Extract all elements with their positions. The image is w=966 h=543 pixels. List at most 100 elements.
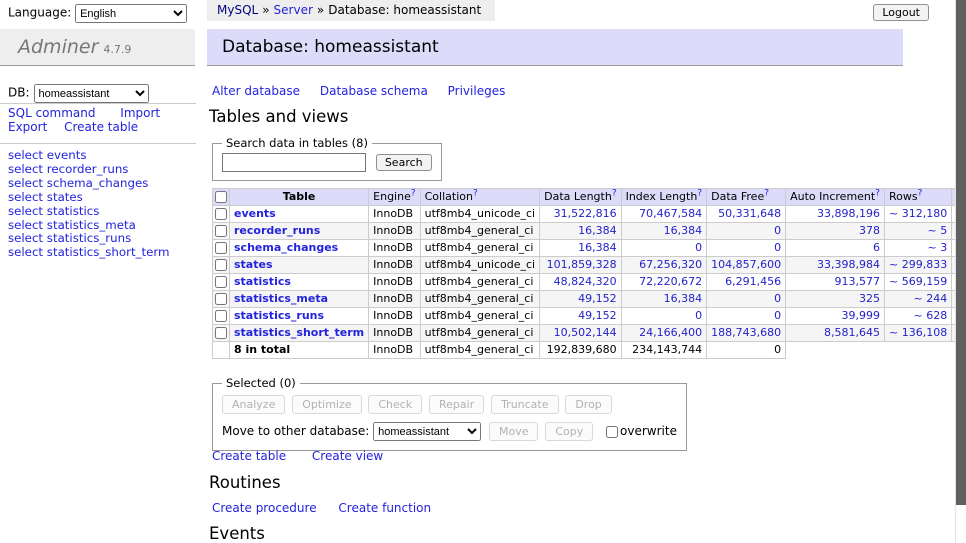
table-cell: 70,467,584 [621,206,707,223]
drop-button[interactable]: Drop [565,395,611,414]
table-link-events[interactable]: events [234,207,276,220]
create-function-link[interactable]: Create function [338,501,431,515]
sql-command-link[interactable]: SQL command [8,106,95,120]
table-link-statistics_meta[interactable]: statistics_meta [234,292,328,305]
table-link-states[interactable]: states [234,258,273,271]
table-link-recorder_runs[interactable]: recorder_runs [234,224,320,237]
row-checkbox[interactable] [215,225,227,237]
privileges-link[interactable]: Privileges [448,84,506,98]
check-button[interactable]: Check [368,395,422,414]
language-select[interactable]: English [75,4,187,23]
table-row: recorder_runsInnoDButf8mb4_general_ci16,… [213,223,966,240]
sidebar-item-select-statistics-meta[interactable]: select statistics_meta [8,219,170,233]
create-table-link[interactable]: Create table [212,449,286,463]
logout-button[interactable]: Logout [873,4,929,21]
move-database-select[interactable]: homeassistant [373,422,481,441]
alter-database-link[interactable]: Alter database [212,84,300,98]
help-link[interactable]: ? [411,189,416,199]
help-link[interactable]: ? [875,189,880,199]
total-cell: 192,839,680 [540,342,621,359]
move-button[interactable]: Move [489,422,539,441]
sidebar-item-select-schema-changes[interactable]: select schema_changes [8,177,170,191]
column-header-engine: Engine [373,190,411,203]
db-select[interactable]: homeassistant [34,84,149,103]
row-checkbox[interactable] [215,208,227,220]
table-link-statistics_runs[interactable]: statistics_runs [234,309,324,322]
total-cell: InnoDB [369,342,420,359]
analyze-button[interactable]: Analyze [222,395,285,414]
table-cell: 0 [707,240,786,257]
truncate-button[interactable]: Truncate [491,395,558,414]
import-link[interactable]: Import [120,106,160,120]
routines-links: Create procedure Create function [212,501,449,515]
sidebar-item-select-events[interactable]: select events [8,149,170,163]
database-schema-link[interactable]: Database schema [320,84,428,98]
table-cell: InnoDB [369,308,420,325]
sidebar-item-select-statistics-short-term[interactable]: select statistics_short_term [8,246,170,260]
row-checkbox[interactable] [215,276,227,288]
table-cell: utf8mb4_general_ci [420,308,539,325]
breadcrumb-separator: » [317,3,324,17]
row-checkbox[interactable] [215,310,227,322]
table-row: eventsInnoDButf8mb4_unicode_ci31,522,816… [213,206,966,223]
table-cell: 6 [786,240,885,257]
tables-table: TableEngine?Collation?Data Length?Index … [212,188,966,359]
copy-button[interactable]: Copy [545,422,593,441]
help-link[interactable]: ? [473,189,478,199]
app-name: Adminer [18,36,98,58]
table-cell: 0 [707,308,786,325]
table-cell: InnoDB [369,257,420,274]
table-link-statistics[interactable]: statistics [234,275,291,288]
table-cell: 31,522,816 [540,206,621,223]
breadcrumb-server-link[interactable]: Server [274,3,313,17]
table-cell: 33,398,984 [786,257,885,274]
breadcrumb-mysql-link[interactable]: MySQL [217,3,258,17]
table-cell: 16,384 [540,223,621,240]
sidebar-item-select-statistics-runs[interactable]: select statistics_runs [8,232,170,246]
sidebar-action-links: SQL command Import Export Create table [8,106,160,134]
table-link-statistics_short_term[interactable]: statistics_short_term [234,326,364,339]
search-button[interactable]: Search [376,154,432,171]
row-checkbox[interactable] [215,242,227,254]
table-cell: ~ 569,159 [885,274,952,291]
table-row: statisticsInnoDButf8mb4_general_ci48,824… [213,274,966,291]
sidebar-divider [0,143,196,144]
create-view-link[interactable]: Create view [312,449,383,463]
move-row: Move to other database: homeassistant Mo… [222,422,677,441]
breadcrumb-separator: » [262,3,269,17]
search-input[interactable] [222,153,366,172]
row-checkbox[interactable] [215,259,227,271]
row-checkbox[interactable] [215,327,227,339]
row-checkbox[interactable] [215,293,227,305]
selected-buttons-row: Analyze Optimize Check Repair Truncate D… [222,395,677,414]
database-links: Alter database Database schema Privilege… [212,84,521,98]
repair-button[interactable]: Repair [429,395,484,414]
table-link-schema_changes[interactable]: schema_changes [234,241,338,254]
create-table-link-sidebar[interactable]: Create table [64,120,138,134]
table-cell: InnoDB [369,206,420,223]
move-label: Move to other database: [222,424,369,438]
help-link[interactable]: ? [918,189,923,199]
export-link[interactable]: Export [8,120,47,134]
select-all-checkbox[interactable] [215,191,227,203]
help-link[interactable]: ? [764,189,769,199]
scrollbar-track[interactable] [955,0,966,543]
sidebar-item-select-statistics[interactable]: select statistics [8,205,170,219]
total-label-cell: 8 in total [230,342,369,359]
create-procedure-link[interactable]: Create procedure [212,501,317,515]
sidebar-divider [0,103,196,104]
overwrite-checkbox[interactable] [606,426,618,438]
scrollbar-thumb[interactable] [956,0,966,505]
column-header-rows: Rows [889,190,918,203]
table-cell: InnoDB [369,223,420,240]
total-row: 8 in totalInnoDButf8mb4_general_ci192,83… [213,342,966,359]
optimize-button[interactable]: Optimize [292,395,361,414]
table-cell: 24,166,400 [621,325,707,342]
sidebar-item-select-recorder-runs[interactable]: select recorder_runs [8,163,170,177]
tables-and-views-heading: Tables and views [209,107,348,126]
help-link[interactable]: ? [697,189,702,199]
table-cell: 67,256,320 [621,257,707,274]
table-row: statesInnoDButf8mb4_unicode_ci101,859,32… [213,257,966,274]
help-link[interactable]: ? [612,189,617,199]
sidebar-item-select-states[interactable]: select states [8,191,170,205]
